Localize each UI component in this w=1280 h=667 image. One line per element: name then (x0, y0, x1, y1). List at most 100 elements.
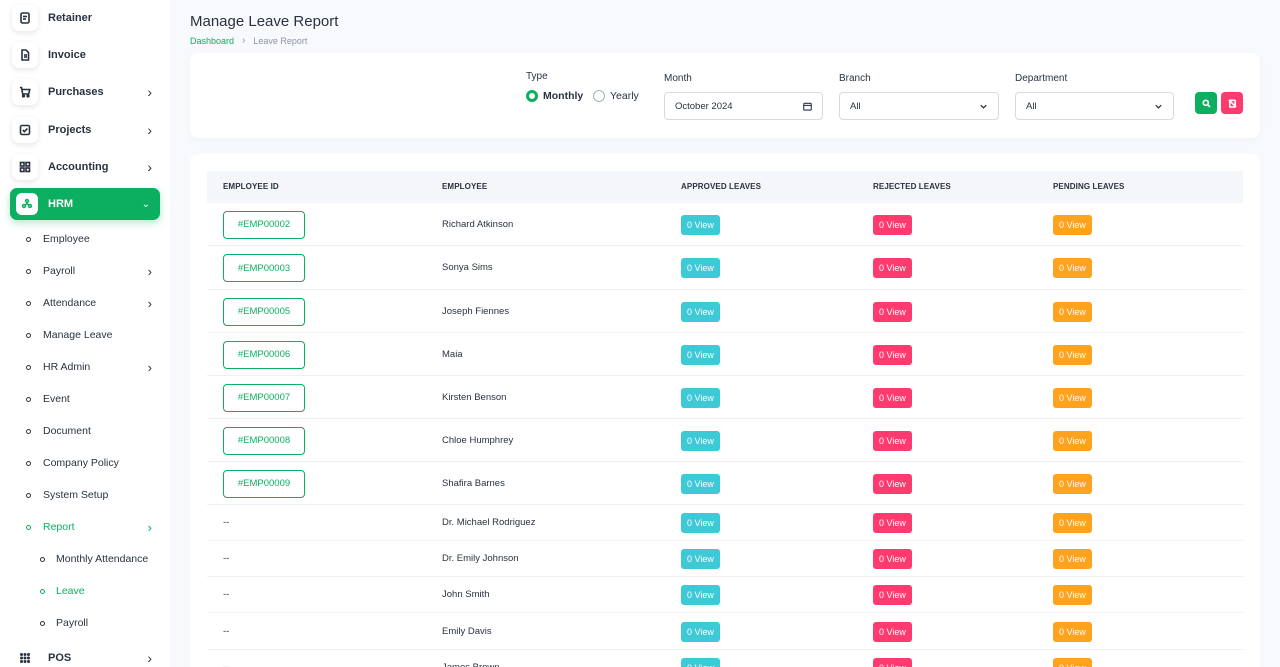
pending-leaves-view-button[interactable]: 0 View (1053, 214, 1092, 235)
approved-leaves-view-button[interactable]: 0 View (681, 473, 720, 494)
radio-label: Yearly (610, 90, 639, 102)
rejected-leaves-view-button[interactable]: 0 View (873, 549, 912, 569)
rejected-leaves-view-button[interactable]: 0 View (873, 585, 912, 605)
rejected-leaves-view-button[interactable]: 0 View (873, 658, 912, 667)
employee-name-cell: Maia (442, 348, 463, 360)
bullet-icon (26, 492, 31, 498)
approved-leaves-view-button[interactable]: 0 View (681, 214, 720, 235)
pending-leaves-view-button[interactable]: 0 View (1053, 658, 1092, 667)
sidebar-item-purchases[interactable]: Purchases › (12, 77, 160, 107)
sidebar-subitem-company-policy[interactable]: Company Policy (26, 453, 152, 473)
department-select[interactable]: All (1015, 92, 1174, 120)
sidebar-subitem-system-setup[interactable]: System Setup (26, 485, 152, 505)
employee-id-button[interactable]: #EMP00009 (223, 469, 305, 498)
approved-leaves-view-button[interactable]: 0 View (681, 549, 720, 569)
sidebar-report-payroll[interactable]: Payroll (40, 613, 88, 633)
pending-leaves-view-button[interactable]: 0 View (1053, 473, 1092, 494)
breadcrumb-dashboard-link[interactable]: Dashboard (190, 36, 234, 46)
pending-leaves-view-button[interactable]: 0 View (1053, 585, 1092, 605)
radio-checked-icon (526, 90, 538, 102)
rejected-leaves-view-button[interactable]: 0 View (873, 214, 912, 235)
approved-leaves-view-button[interactable]: 0 View (681, 513, 720, 533)
employee-id-button[interactable]: #EMP00005 (223, 297, 305, 326)
employee-id-button[interactable]: #EMP00003 (223, 254, 305, 282)
pending-leaves-view-button[interactable]: 0 View (1053, 621, 1092, 642)
sidebar-subitem-event[interactable]: Event (26, 389, 152, 409)
radio-monthly[interactable]: Monthly (526, 90, 583, 102)
sidebar-item-pos[interactable]: POS › (12, 643, 160, 667)
approved-leaves-view-button[interactable]: 0 View (681, 430, 720, 451)
employee-name-cell: John Smith (442, 589, 490, 600)
table-row: -- James Brown 0 View 0 View 0 View (207, 650, 1243, 667)
employee-id-button[interactable]: #EMP00002 (223, 210, 305, 239)
rejected-leaves-view-button[interactable]: 0 View (873, 301, 912, 322)
column-header-pending: PENDING LEAVES (1053, 182, 1125, 191)
chevron-right-icon: › (147, 359, 152, 375)
sidebar-subitem-attendance[interactable]: Attendance › (26, 293, 152, 313)
approved-leaves-view-button[interactable]: 0 View (681, 585, 720, 605)
pending-leaves-view-button[interactable]: 0 View (1053, 430, 1092, 451)
approved-leaves-view-button[interactable]: 0 View (681, 621, 720, 642)
table-row: #EMP00009 Shafira Barnes 0 View 0 View 0 Vie… (207, 462, 1243, 505)
rejected-leaves-view-button[interactable]: 0 View (873, 621, 912, 642)
sidebar-item-label: Projects (48, 124, 92, 136)
sidebar-item-projects[interactable]: Projects › (12, 115, 160, 145)
radio-yearly[interactable]: Yearly (593, 90, 639, 102)
pending-leaves-view-button[interactable]: 0 View (1053, 549, 1092, 569)
chevron-right-icon: › (147, 650, 152, 666)
rejected-leaves-view-button[interactable]: 0 View (873, 430, 912, 451)
square-check-icon (12, 117, 38, 143)
approved-leaves-view-button[interactable]: 0 View (681, 301, 720, 322)
approved-leaves-view-button[interactable]: 0 View (681, 658, 720, 667)
approved-leaves-view-button[interactable]: 0 View (681, 344, 720, 365)
employee-name-cell: Dr. Emily Johnson (442, 553, 519, 564)
approved-leaves-view-button[interactable]: 0 View (681, 258, 720, 278)
sidebar-subitem-label: Event (43, 393, 70, 405)
rejected-leaves-view-button[interactable]: 0 View (873, 473, 912, 494)
branch-select[interactable]: All (839, 92, 999, 120)
rejected-leaves-view-button[interactable]: 0 View (873, 513, 912, 533)
sidebar-item-hrm[interactable]: HRM ⌄ (10, 188, 160, 220)
sidebar-subitem-document[interactable]: Document (26, 421, 152, 441)
rejected-leaves-view-button[interactable]: 0 View (873, 344, 912, 365)
pending-leaves-view-button[interactable]: 0 View (1053, 387, 1092, 408)
sidebar-subitem-label: System Setup (43, 489, 109, 501)
sidebar-subitem-employee[interactable]: Employee (26, 229, 152, 249)
rejected-leaves-view-button[interactable]: 0 View (873, 387, 912, 408)
pending-leaves-view-button[interactable]: 0 View (1053, 344, 1092, 365)
rejected-leaves-view-button[interactable]: 0 View (873, 258, 912, 278)
employee-name-cell: Emily Davis (442, 625, 492, 637)
sidebar-item-invoice[interactable]: Invoice (12, 40, 160, 70)
sidebar-report-leave[interactable]: Leave (40, 581, 85, 601)
sidebar-subitem-hr-admin[interactable]: HR Admin › (26, 357, 152, 377)
sidebar-item-accounting[interactable]: Accounting › (12, 152, 160, 182)
employee-id-button[interactable]: #EMP00007 (223, 383, 305, 412)
sidebar-subitem-label: Payroll (43, 265, 76, 277)
bullet-icon (26, 524, 31, 530)
pending-leaves-view-button[interactable]: 0 View (1053, 258, 1092, 278)
bullet-icon (26, 236, 31, 242)
receipt-icon (12, 5, 38, 31)
sidebar-subitem-payroll[interactable]: Payroll › (26, 261, 152, 281)
sidebar-subitem-manage-leave[interactable]: Manage Leave (26, 325, 152, 345)
pending-leaves-view-button[interactable]: 0 View (1053, 513, 1092, 533)
pending-leaves-view-button[interactable]: 0 View (1053, 301, 1092, 322)
employee-name-cell: Dr. Michael Rodriguez (442, 517, 536, 528)
sidebar-item-retainer[interactable]: Retainer (12, 3, 160, 33)
radio-unchecked-icon (593, 90, 605, 102)
bullet-icon (26, 332, 31, 338)
shopping-cart-icon (12, 79, 38, 105)
employee-id-button[interactable]: #EMP00008 (223, 426, 305, 455)
employee-id-cell: -- (223, 625, 230, 637)
sidebar-item-label: Accounting (48, 161, 109, 173)
table-row: -- Dr. Emily Johnson 0 View 0 View 0 View (207, 541, 1243, 577)
search-button[interactable] (1195, 92, 1217, 114)
chevron-right-icon: › (147, 295, 152, 311)
approved-leaves-view-button[interactable]: 0 View (681, 387, 720, 408)
sidebar-subitem-report[interactable]: Report › (26, 517, 152, 537)
employee-id-button[interactable]: #EMP00006 (223, 340, 305, 369)
layout-grid-icon (12, 154, 38, 180)
sidebar-report-monthly-attendance[interactable]: Monthly Attendance (40, 549, 148, 569)
reset-button[interactable] (1221, 92, 1243, 114)
month-input[interactable]: October 2024 (664, 92, 823, 120)
